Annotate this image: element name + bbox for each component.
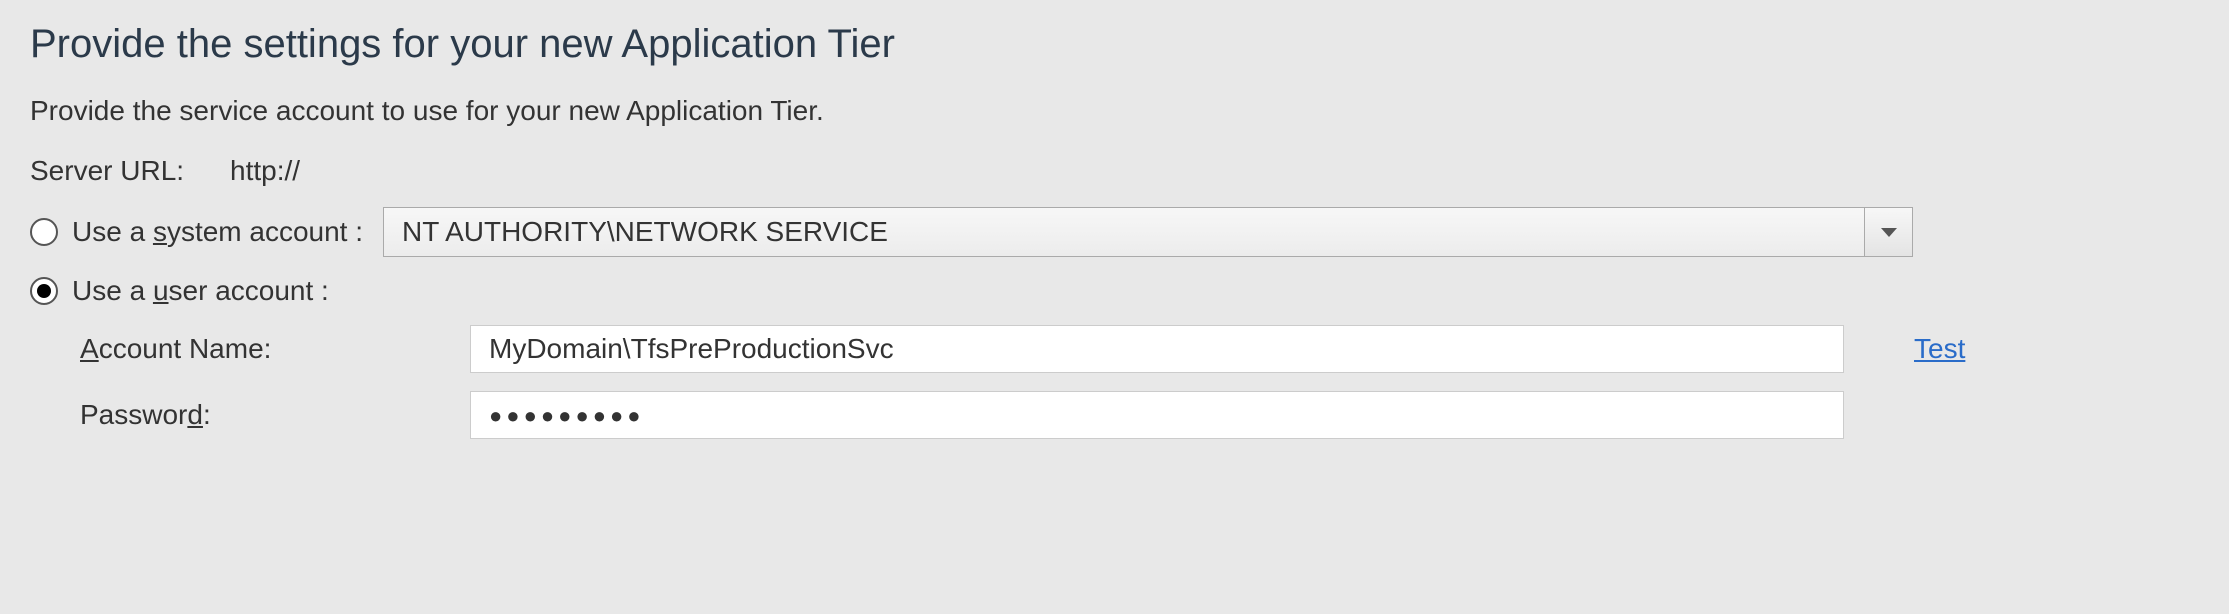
chevron-down-icon xyxy=(1881,228,1897,237)
server-url-value: http:// xyxy=(230,155,300,187)
server-url-row: Server URL: http:// xyxy=(30,155,2199,187)
server-url-label: Server URL: xyxy=(30,155,184,187)
page-subtitle: Provide the service account to use for y… xyxy=(30,95,2199,127)
system-account-radio[interactable] xyxy=(30,218,58,246)
password-label: Password: xyxy=(30,399,470,431)
system-account-row: Use a system account : NT AUTHORITY\NETW… xyxy=(30,207,2199,257)
user-account-label[interactable]: Use a user account : xyxy=(72,275,329,307)
system-account-value: NT AUTHORITY\NETWORK SERVICE xyxy=(384,216,1864,248)
account-name-label: Account Name: xyxy=(30,333,470,365)
password-input[interactable]: ●●●●●●●●● xyxy=(470,391,1844,439)
page-title: Provide the settings for your new Applic… xyxy=(30,22,2199,67)
user-account-row: Use a user account : xyxy=(30,275,2199,307)
test-link[interactable]: Test xyxy=(1914,333,1965,365)
dropdown-button[interactable] xyxy=(1864,208,1912,256)
account-name-row: Account Name: Test xyxy=(30,325,2199,373)
system-account-label[interactable]: Use a system account : xyxy=(72,216,363,248)
password-row: Password: ●●●●●●●●● xyxy=(30,391,2199,439)
account-name-input[interactable] xyxy=(470,325,1844,373)
user-account-radio[interactable] xyxy=(30,277,58,305)
system-account-dropdown[interactable]: NT AUTHORITY\NETWORK SERVICE xyxy=(383,207,1913,257)
